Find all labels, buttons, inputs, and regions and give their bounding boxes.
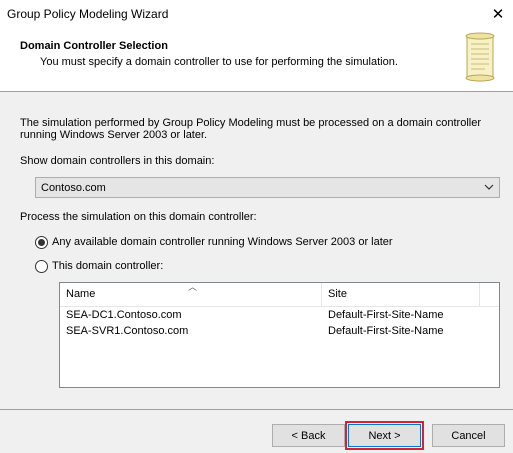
page-title: Domain Controller Selection bbox=[20, 40, 168, 52]
title-bar: Group Policy Modeling Wizard ✕ bbox=[0, 0, 513, 28]
table-row[interactable]: SEA-SVR1.Contoso.com Default-First-Site-… bbox=[60, 324, 499, 340]
scroll-icon bbox=[465, 32, 495, 82]
radio-any-dc-label[interactable]: Any available domain controller running … bbox=[52, 236, 393, 248]
window-title: Group Policy Modeling Wizard bbox=[7, 7, 169, 21]
close-icon[interactable]: ✕ bbox=[483, 0, 513, 28]
row-site: Default-First-Site-Name bbox=[328, 309, 444, 321]
radio-this-dc-label[interactable]: This domain controller: bbox=[52, 260, 163, 272]
sort-up-icon: ︿ bbox=[188, 282, 198, 292]
radio-any-dc[interactable] bbox=[35, 235, 48, 249]
footer-divider bbox=[0, 409, 513, 410]
domain-controller-list[interactable]: Name ︿ Site SEA-DC1.Contoso.com Default-… bbox=[59, 282, 500, 388]
process-label: Process the simulation on this domain co… bbox=[20, 211, 257, 223]
domain-label: Show domain controllers in this domain: bbox=[20, 155, 215, 167]
radio-this-dc[interactable] bbox=[35, 259, 48, 273]
back-button[interactable]: < Back bbox=[272, 424, 345, 447]
row-name: SEA-SVR1.Contoso.com bbox=[66, 325, 189, 337]
table-row[interactable]: SEA-DC1.Contoso.com Default-First-Site-N… bbox=[60, 308, 499, 324]
chevron-down-icon bbox=[484, 184, 494, 190]
row-site: Default-First-Site-Name bbox=[328, 325, 444, 337]
wizard-window: Group Policy Modeling Wizard ✕ Domain Co… bbox=[0, 0, 513, 453]
radio-any-dc-row[interactable]: Any available domain controller running … bbox=[35, 234, 393, 250]
domain-dropdown-value: Contoso.com bbox=[41, 182, 106, 194]
intro-text: The simulation performed by Group Policy… bbox=[20, 117, 482, 141]
list-header: Name ︿ Site bbox=[60, 282, 499, 307]
domain-dropdown[interactable]: Contoso.com bbox=[35, 177, 500, 198]
cancel-button[interactable]: Cancel bbox=[432, 424, 505, 447]
row-name: SEA-DC1.Contoso.com bbox=[66, 309, 182, 321]
radio-this-dc-row[interactable]: This domain controller: bbox=[35, 258, 163, 274]
next-button[interactable]: Next > bbox=[345, 421, 424, 450]
wizard-header: Domain Controller Selection You must spe… bbox=[0, 28, 513, 92]
page-subtitle: You must specify a domain controller to … bbox=[40, 56, 398, 68]
column-header-site[interactable]: Site bbox=[322, 283, 480, 306]
